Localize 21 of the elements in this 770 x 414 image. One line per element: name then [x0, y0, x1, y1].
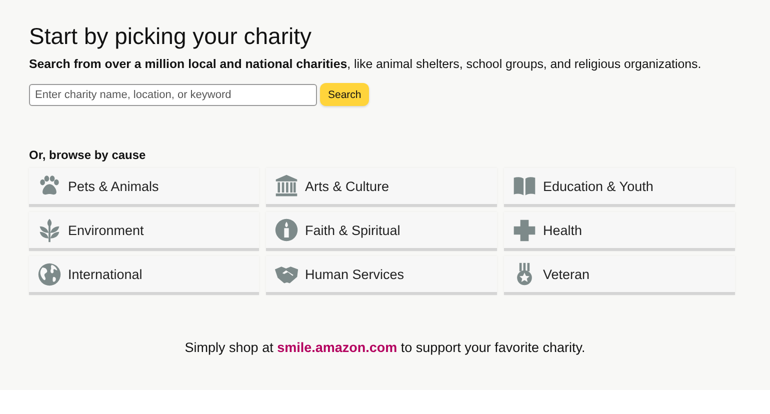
building-columns-icon	[274, 174, 299, 198]
cause-card[interactable]: Environment	[29, 212, 259, 251]
cause-card[interactable]: Pets & Animals	[29, 168, 259, 207]
cause-card[interactable]: Arts & Culture	[266, 168, 497, 207]
leaf-icon	[37, 218, 62, 242]
search-field[interactable]: Enter charity name, location, or keyword	[29, 84, 317, 106]
cause-card[interactable]: Human Services	[266, 256, 497, 295]
cause-card[interactable]: Veteran	[504, 256, 735, 295]
candle-icon	[274, 218, 299, 242]
globe-icon	[37, 262, 62, 286]
footer-text: Simply shop at smile.amazon.com to support your favorite charity.	[184, 340, 586, 355]
smile-link[interactable]: smile.amazon.com	[277, 340, 398, 355]
section-label: Or, browse by cause	[29, 148, 147, 163]
cause-card[interactable]: Health	[504, 212, 735, 251]
plus-icon	[512, 218, 537, 242]
cause-card[interactable]: Education & Youth	[504, 168, 735, 207]
search-button[interactable]: Search	[320, 83, 370, 106]
description: Search from over a million local and national charities, like animal shelters, school groups, and religious organizations.	[29, 56, 702, 72]
cause-card[interactable]: International	[29, 256, 259, 295]
page-title: Start by picking your charity	[29, 22, 313, 50]
cause-card[interactable]: Faith & Spiritual	[266, 212, 497, 251]
